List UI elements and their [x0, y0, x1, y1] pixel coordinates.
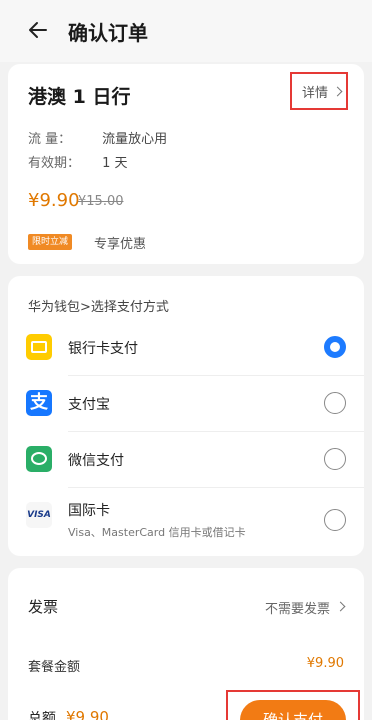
- total-label: 总额: [28, 711, 56, 720]
- confirm-pay-button[interactable]: 确认支付: [240, 700, 346, 720]
- payment-label: 国际卡: [68, 503, 110, 519]
- product-name: 港澳 1 日行: [28, 86, 131, 108]
- details-label: 详情: [302, 86, 329, 101]
- payment-option-bank[interactable]: 银行卡支付: [8, 320, 364, 376]
- payment-header: 华为钱包>选择支付方式: [28, 300, 169, 315]
- payment-option-wechat[interactable]: 微信支付: [8, 432, 364, 488]
- validity-row: 有效期： 1 天: [28, 152, 128, 171]
- chevron-right-icon[interactable]: [335, 601, 346, 612]
- visa-icon: VISA: [26, 502, 52, 528]
- payment-sub-label: Visa、MasterCard 信用卡或借记卡: [68, 526, 246, 539]
- validity-value: 1 天: [102, 156, 128, 171]
- payment-label: 微信支付: [68, 453, 124, 469]
- promo-badge: 限时立减: [28, 234, 73, 250]
- wechat-icon: [26, 446, 52, 472]
- set-amount-label: 套餐金额: [28, 660, 81, 675]
- radio-unselected[interactable]: [324, 392, 346, 414]
- radio-selected[interactable]: [324, 336, 346, 358]
- current-price: ¥9.90: [28, 190, 80, 211]
- chevron-right-icon: [332, 86, 343, 97]
- page-title: 确认订单: [68, 21, 148, 45]
- payment-option-alipay[interactable]: 支 支付宝: [8, 376, 364, 432]
- payment-option-intl-card[interactable]: VISA 国际卡 Visa、MasterCard 信用卡或借记卡: [8, 488, 364, 552]
- flow-key: 流 量：: [28, 132, 72, 147]
- invoice-label: 发票: [28, 598, 59, 616]
- details-button[interactable]: 详情: [290, 72, 348, 110]
- payment-label: 支付宝: [68, 397, 110, 413]
- product-card: 港澳 1 日行 详情 流 量： 流量放心用 有效期： 1 天 ¥9.90 ¥15…: [8, 64, 364, 264]
- set-amount-value: ¥9.90: [306, 656, 344, 671]
- payment-label: 银行卡支付: [68, 341, 138, 357]
- confirm-highlight: 确认支付: [226, 690, 360, 720]
- bank-card-icon: [26, 334, 52, 360]
- summary-card: 发票 不需要发票 套餐金额 ¥9.90 总额 ¥9.90 确认支付: [8, 568, 364, 720]
- original-price: ¥15.00: [78, 194, 124, 209]
- flow-value: 流量放心用: [102, 132, 168, 147]
- radio-unselected[interactable]: [324, 509, 346, 531]
- invoice-value[interactable]: 不需要发票: [265, 598, 330, 617]
- validity-key: 有效期：: [28, 156, 81, 171]
- payment-card: 华为钱包>选择支付方式 银行卡支付 支 支付宝 微信支付 VISA 国际卡 Vi…: [8, 276, 364, 556]
- back-arrow-icon[interactable]: [26, 18, 50, 42]
- total-value: ¥9.90: [66, 708, 109, 720]
- header-bar: 确认订单: [0, 0, 372, 62]
- flow-row: 流 量： 流量放心用: [28, 128, 167, 147]
- alipay-icon: 支: [26, 390, 52, 416]
- radio-unselected[interactable]: [324, 448, 346, 470]
- promo-text: 专享优惠: [94, 237, 147, 252]
